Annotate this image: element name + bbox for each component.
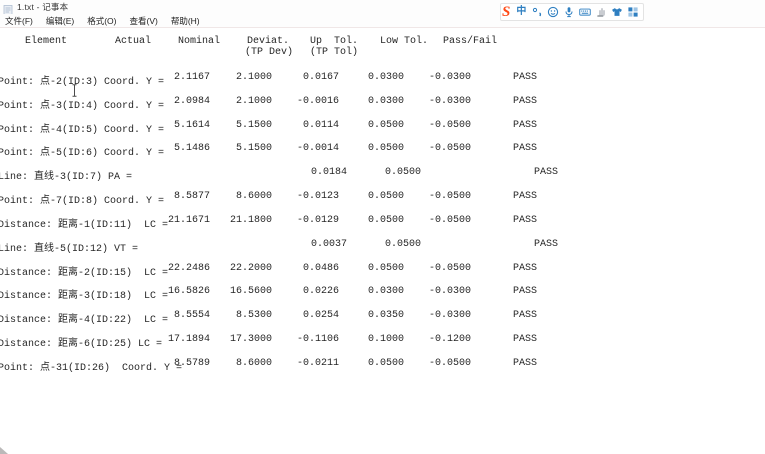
row-result: PASS (494, 263, 556, 274)
table-row: Line: 直线-5(ID:12) VT = 0.0037 0.0500 PAS… (0, 239, 765, 253)
skin-icon[interactable] (611, 6, 623, 18)
chinese-mode-icon[interactable]: 中 (515, 6, 527, 18)
notepad-window: 1.txt - 记事本 文件(F) 编辑(E) 格式(O) 查看(V) 帮助(H) S … (0, 0, 765, 454)
table-row: Distance: 距离-3(ID:18) LC = 16.5826 16.56… (0, 286, 765, 300)
table-row: Point: 点-2(ID:3) Coord. Y = 2.1167 2.100… (0, 72, 765, 86)
col-header-up-tol: Up Tol. (310, 36, 358, 47)
row-low-tol: -0.0500 (379, 215, 471, 226)
table-row: Point: 点-7(ID:8) Coord. Y = 8.5877 8.600… (0, 191, 765, 205)
col-header-low-tol: Low Tol. (380, 36, 428, 47)
col-subheader-tp-tol: (TP Tol) (310, 47, 358, 58)
row-result: PASS (494, 120, 556, 131)
menu-item-2[interactable]: 格式(O) (87, 15, 116, 27)
row-low-tol: -0.0500 (379, 191, 471, 202)
menu-item-0[interactable]: 文件(F) (5, 15, 33, 27)
row-low-tol: -0.0300 (379, 286, 471, 297)
row-up-tol: 0.0500 (329, 239, 421, 250)
col-header-element: Element (25, 36, 67, 47)
table-row: Point: 点-3(ID:4) Coord. Y = 2.0984 2.100… (0, 96, 765, 110)
microphone-icon[interactable] (563, 6, 575, 18)
col-header-pass-fail: Pass/Fail (443, 36, 497, 47)
menu-bar: 文件(F) 编辑(E) 格式(O) 查看(V) 帮助(H) (0, 14, 765, 28)
row-low-tol: -0.0500 (379, 120, 471, 131)
table-row: Distance: 距离-2(ID:15) LC = 22.2486 22.20… (0, 263, 765, 277)
keyboard-icon[interactable] (579, 6, 591, 18)
row-result: PASS (494, 96, 556, 107)
row-result: PASS (494, 191, 556, 202)
col-header-actual: Actual (115, 36, 151, 47)
table-row: Line: 直线-3(ID:7) PA = 0.0184 0.0500 PASS (0, 167, 765, 181)
row-result: PASS (494, 310, 556, 321)
window-title: 1.txt - 记事本 (17, 1, 68, 13)
menu-item-3[interactable]: 查看(V) (129, 15, 157, 27)
row-result: PASS (494, 72, 556, 83)
row-result: PASS (515, 239, 577, 250)
ime-toolbar: S 中 (500, 3, 644, 21)
table-row: Point: 点-5(ID:6) Coord. Y = 5.1486 5.150… (0, 143, 765, 157)
row-low-tol: -0.1200 (379, 334, 471, 345)
row-low-tol: -0.0300 (379, 96, 471, 107)
text-area[interactable]: Element Actual Nominal Deviat. Up Tol. L… (0, 28, 765, 448)
row-low-tol: -0.0300 (379, 310, 471, 321)
row-label: Line: 直线-3(ID:7) PA = (0, 167, 258, 183)
row-low-tol: -0.0300 (379, 72, 471, 83)
row-label: Line: 直线-5(ID:12) VT = (0, 239, 258, 255)
row-low-tol: -0.0500 (379, 263, 471, 274)
table-row: Point: 点-4(ID:5) Coord. Y = 5.1614 5.150… (0, 120, 765, 134)
toolbox-icon[interactable] (627, 6, 639, 18)
col-subheader-tp-dev: (TP Dev) (245, 47, 293, 58)
row-result: PASS (494, 286, 556, 297)
title-bar[interactable]: 1.txt - 记事本 (0, 0, 765, 14)
emoji-icon[interactable] (547, 6, 559, 18)
notepad-icon (3, 2, 13, 12)
table-row: Point: 点-31(ID:26) Coord. Y = 8.5789 8.6… (0, 358, 765, 372)
row-low-tol: -0.0500 (379, 358, 471, 369)
row-low-tol: -0.0500 (379, 143, 471, 154)
row-result: PASS (494, 143, 556, 154)
row-result: PASS (494, 334, 556, 345)
row-up-tol: 0.0500 (329, 167, 421, 178)
menu-item-4[interactable]: 帮助(H) (171, 15, 200, 27)
col-header-deviat: Deviat. (247, 36, 289, 47)
punctuation-icon[interactable] (531, 6, 543, 18)
handwriting-icon[interactable] (595, 6, 607, 18)
table-row: Distance: 距离-4(ID:22) LC = 8.5554 8.5300… (0, 310, 765, 324)
corner-mark (0, 447, 8, 454)
col-header-nominal: Nominal (178, 36, 220, 47)
table-row: Distance: 距离-6(ID:25) LC = 17.1894 17.30… (0, 334, 765, 348)
row-result: PASS (494, 358, 556, 369)
table-row: Distance: 距离-1(ID:11) LC = 21.1671 21.18… (0, 215, 765, 229)
row-result: PASS (494, 215, 556, 226)
sogou-logo-icon[interactable]: S (501, 4, 511, 20)
menu-item-1[interactable]: 编辑(E) (46, 15, 74, 27)
row-result: PASS (515, 167, 577, 178)
